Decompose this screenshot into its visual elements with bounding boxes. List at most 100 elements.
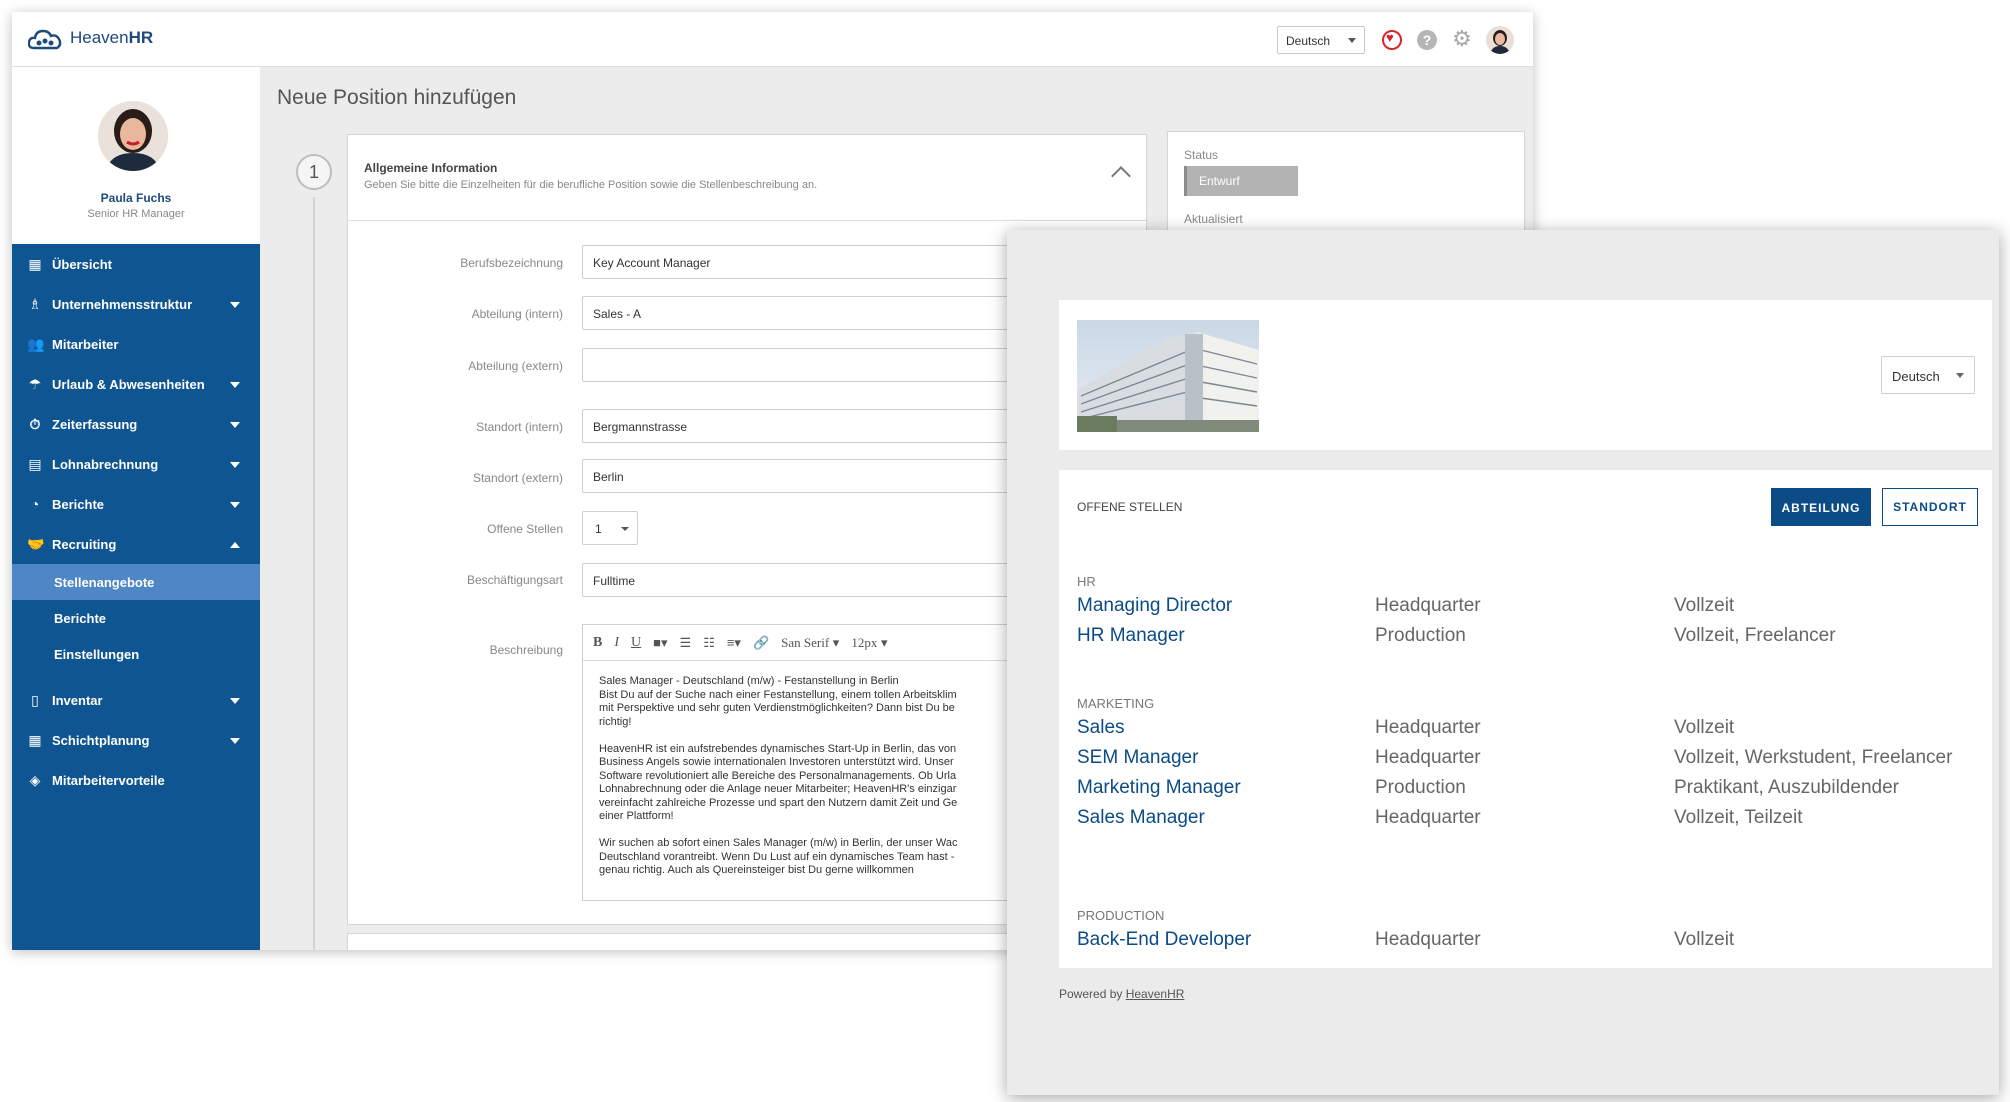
beach-icon: ☂ [28, 376, 42, 392]
sidebar-item-label: Berichte [54, 610, 107, 626]
sidebar-subitem-job-offers[interactable]: Stellenangebote [12, 564, 260, 600]
user-portrait-icon [98, 101, 168, 171]
gear-icon[interactable]: ⚙ [1452, 28, 1472, 50]
language-select[interactable]: Deutsch [1277, 26, 1365, 54]
openings-value: 1 [595, 522, 602, 536]
job-title-link[interactable]: Marketing Manager [1077, 777, 1241, 799]
job-row[interactable]: Sales Manager Headquarter Vollzeit, Teil… [1077, 807, 1977, 835]
filter-location-button[interactable]: STANDORT [1882, 488, 1978, 526]
job-title-link[interactable]: SEM Manager [1077, 747, 1198, 769]
step-indicator: 1 [296, 154, 332, 190]
chevron-down-icon [230, 302, 240, 308]
filter-department-button[interactable]: ABTEILUNG [1771, 488, 1871, 526]
department-heading: PRODUCTION [1077, 908, 1165, 923]
chevron-up-icon[interactable] [1111, 166, 1131, 186]
building-photo-icon [1077, 320, 1259, 432]
department-heading: MARKETING [1077, 696, 1155, 711]
sidebar-item-reports[interactable]: ◔ Berichte [12, 484, 260, 524]
sidebar-item-label: Zeiterfassung [52, 416, 138, 432]
job-type: Vollzeit [1674, 929, 1735, 950]
sidebar-item-inventory[interactable]: ▯ Inventar [12, 680, 260, 720]
job-type: Vollzeit, Freelancer [1674, 625, 1836, 646]
job-location: Production [1375, 777, 1466, 798]
job-title-label: Berufsbezeichnung [460, 256, 563, 270]
sidebar-subitem-reports[interactable]: Berichte [12, 600, 260, 636]
status-badge[interactable]: Entwurf [1184, 166, 1298, 196]
font-size-select[interactable]: 12px ▾ [851, 635, 887, 651]
section-title: Allgemeine Information [364, 161, 498, 175]
sidebar-subitem-settings[interactable]: Einstellungen [12, 636, 260, 672]
numbered-list-icon[interactable]: ☷ [703, 635, 715, 651]
job-location: Headquarter [1375, 747, 1481, 768]
sidebar-item-label: Inventar [52, 692, 103, 708]
sidebar-item-label: Stellenangebote [54, 574, 155, 590]
top-bar: HeavenHR Deutsch ? ⚙ [12, 12, 1533, 67]
chevron-down-icon [230, 738, 240, 744]
sidebar-item-time-tracking[interactable]: ⏱ Zeiterfassung [12, 404, 260, 444]
chevron-down-icon [230, 698, 240, 704]
sidebar-item-shift-planning[interactable]: ▦ Schichtplanung [12, 720, 260, 760]
brand-name: HeavenHR [70, 28, 154, 47]
link-icon[interactable]: 🔗 [753, 635, 769, 651]
job-title-link[interactable]: HR Manager [1077, 625, 1185, 647]
job-row[interactable]: HR Manager Production Vollzeit, Freelanc… [1077, 625, 1977, 653]
underline-icon[interactable]: U [631, 635, 641, 651]
pie-chart-icon: ◔ [30, 496, 40, 512]
heavenhr-logo[interactable]: HeavenHR [28, 26, 153, 50]
avatar[interactable] [98, 101, 168, 171]
job-type: Praktikant, Auszubildender [1674, 777, 1899, 798]
calendar-icon: ▦ [28, 732, 42, 748]
job-row[interactable]: Managing Director Headquarter Vollzeit [1077, 595, 1977, 623]
job-row[interactable]: Sales Headquarter Vollzeit [1077, 717, 1977, 745]
bold-icon[interactable]: B [593, 635, 602, 651]
italic-icon[interactable]: I [614, 635, 619, 651]
sidebar-item-benefits[interactable]: ◈ Mitarbeitervorteile [12, 760, 260, 800]
sidebar-item-recruiting[interactable]: 🤝 Recruiting [12, 524, 260, 564]
job-location: Headquarter [1375, 595, 1481, 616]
org-chart-icon: ♗ [28, 296, 42, 312]
job-type: Vollzeit [1674, 717, 1735, 738]
job-title-link[interactable]: Sales [1077, 717, 1125, 739]
align-icon[interactable]: ≡▾ [727, 635, 741, 651]
chevron-down-icon [621, 527, 629, 531]
status-label: Status [1184, 148, 1219, 162]
job-row[interactable]: SEM Manager Headquarter Vollzeit, Werkst… [1077, 747, 1977, 775]
job-type: Vollzeit [1674, 595, 1735, 616]
updated-label: Aktualisiert [1184, 212, 1243, 226]
sidebar: Paula Fuchs Senior HR Manager ▦ Übersich… [12, 67, 260, 950]
career-language-select[interactable]: Deutsch [1881, 356, 1975, 394]
sidebar-item-company-structure[interactable]: ♗ Unternehmensstruktur [12, 284, 260, 324]
user-portrait-icon [1486, 26, 1514, 54]
heart-icon[interactable] [1382, 30, 1402, 50]
user-role: Senior HR Manager [87, 208, 185, 220]
help-icon[interactable]: ? [1417, 30, 1437, 50]
sidebar-item-label: Unternehmensstruktur [52, 296, 193, 312]
font-family-select[interactable]: San Serif ▾ [781, 635, 839, 651]
job-title-link[interactable]: Managing Director [1077, 595, 1232, 617]
description-label: Beschreibung [489, 643, 563, 657]
powered-by: Powered by HeavenHR [1059, 987, 1184, 1001]
career-header: Deutsch [1059, 300, 1992, 450]
job-location: Headquarter [1375, 929, 1481, 950]
openings-select[interactable]: 1 [582, 511, 638, 545]
chevron-down-icon [1956, 373, 1964, 378]
job-row[interactable]: Back-End Developer Headquarter Vollzeit [1077, 929, 1977, 957]
department-heading: HR [1077, 574, 1096, 589]
text-color-icon[interactable]: ■▾ [653, 635, 667, 651]
dept-external-label: Abteilung (extern) [468, 359, 563, 373]
job-title-link[interactable]: Back-End Developer [1077, 929, 1251, 951]
dept-internal-label: Abteilung (intern) [471, 307, 563, 321]
sidebar-item-vacation[interactable]: ☂ Urlaub & Abwesenheiten [12, 364, 260, 404]
sidebar-item-employees[interactable]: 👥 Mitarbeiter [12, 324, 260, 364]
bullet-list-icon[interactable]: ☰ [680, 635, 692, 651]
job-title-link[interactable]: Sales Manager [1077, 807, 1205, 829]
sidebar-item-payroll[interactable]: ▤ Lohnabrechnung [12, 444, 260, 484]
avatar[interactable] [1486, 26, 1514, 54]
shield-icon: ◈ [29, 772, 41, 788]
job-row[interactable]: Marketing Manager Production Praktikant,… [1077, 777, 1977, 805]
heavenhr-link[interactable]: HeavenHR [1126, 987, 1185, 1001]
chevron-down-icon [1348, 38, 1356, 43]
user-profile: Paula Fuchs Senior HR Manager [12, 67, 260, 244]
sidebar-item-overview[interactable]: ▦ Übersicht [12, 244, 260, 284]
form-section-header[interactable]: Allgemeine Information Geben Sie bitte d… [348, 135, 1146, 221]
